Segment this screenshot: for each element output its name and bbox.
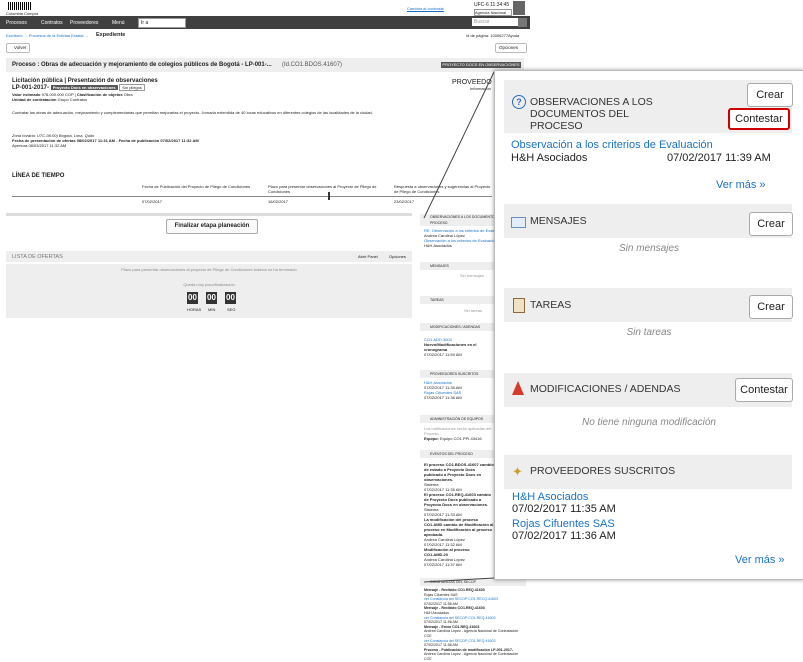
- pin-icon: ✦: [512, 464, 523, 479]
- zoom-line-bottom: [423, 577, 495, 583]
- envelope-icon: [511, 217, 526, 228]
- zoom-line-top: [423, 71, 495, 219]
- clipboard-icon: [513, 298, 525, 313]
- obs-item-author: H&H Asociados: [511, 152, 588, 164]
- provider-1-date: 07/02/2017 11:35 AM: [512, 503, 616, 515]
- tasks-create-button[interactable]: Crear: [749, 295, 793, 319]
- mods-reply-button[interactable]: Contestar: [735, 378, 793, 402]
- messages-create-button[interactable]: Crear: [749, 212, 793, 236]
- providers-title: PROVEEDORES SUSCRITOS: [530, 465, 676, 477]
- provider-2-date: 07/02/2017 11:36 AM: [512, 530, 616, 542]
- tasks-title: TAREAS: [530, 299, 572, 311]
- obs-item-link[interactable]: Observación a los criterios de Evaluació…: [511, 139, 713, 151]
- obs-more-link[interactable]: Ver más »: [716, 179, 766, 191]
- provider-2-link[interactable]: Rojas Cifuentes SAS: [512, 518, 615, 530]
- question-icon: ?: [512, 95, 526, 109]
- obs-reply-button[interactable]: Contestar: [728, 108, 790, 130]
- messages-empty: Sin mensajes: [618, 243, 680, 254]
- provider-1-link[interactable]: H&H Asociados: [512, 491, 588, 503]
- mods-title: MODIFICACIONES / ADENDAS: [530, 383, 681, 395]
- providers-more-link[interactable]: Ver más »: [735, 554, 785, 566]
- mods-empty: No tiene ninguna modificación: [582, 417, 716, 428]
- obs-section-title: OBSERVACIONES A LOS DOCUMENTOS DEL PROCE…: [530, 96, 653, 132]
- obs-item-date: 07/02/2017 11:39 AM: [667, 152, 771, 164]
- messages-title: MENSAJES: [530, 215, 587, 227]
- warning-cone-icon: [512, 381, 524, 395]
- zoom-popup: ? OBSERVACIONES A LOS DOCUMENTOS DEL PRO…: [494, 70, 803, 580]
- obs-create-button[interactable]: Crear: [747, 83, 793, 107]
- tasks-empty: Sin tareas: [626, 327, 672, 338]
